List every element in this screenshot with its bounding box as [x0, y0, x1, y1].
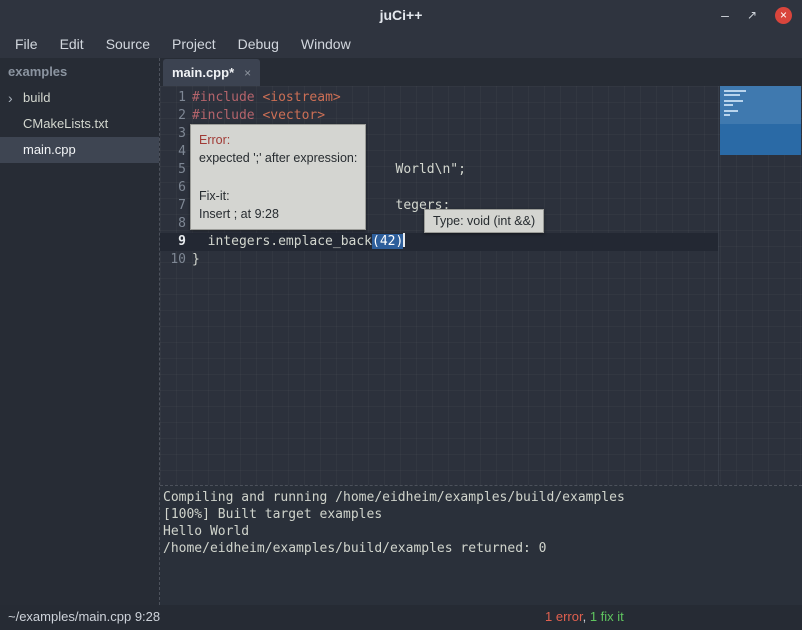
- minimize-button[interactable]: –: [721, 8, 729, 22]
- tab-label: main.cpp*: [172, 65, 234, 80]
- tree-item-cmakelists.txt[interactable]: CMakeLists.txt: [0, 111, 159, 137]
- right-margin-line: [718, 86, 719, 485]
- line-number: 6: [160, 179, 186, 197]
- tab-close-icon[interactable]: ×: [244, 66, 251, 80]
- juci-window: juCi++ – ↗ × FileEditSourceProjectDebugW…: [0, 0, 802, 630]
- main-area: main.cpp* × #include <iostream>#include …: [160, 58, 802, 605]
- menu-project[interactable]: Project: [161, 30, 227, 58]
- line-number: 3: [160, 125, 186, 143]
- window-title: juCi++: [0, 0, 802, 30]
- output-line: /home/eidheim/examples/build/examples re…: [163, 540, 802, 557]
- minimap[interactable]: [720, 86, 801, 155]
- code-segment: (42): [372, 234, 403, 249]
- code-line[interactable]: #include <vector>: [192, 107, 718, 125]
- minimap-line-mark: [724, 90, 746, 92]
- window-controls: – ↗ ×: [721, 0, 792, 30]
- menu-file[interactable]: File: [4, 30, 49, 58]
- line-number-gutter: 12345678910: [160, 89, 186, 269]
- fixit-count: 1 fix it: [590, 609, 624, 624]
- tree-item-build[interactable]: › build: [0, 85, 159, 111]
- line-number: 7: [160, 197, 186, 215]
- minimap-line-mark: [724, 114, 730, 116]
- line-number: 1: [160, 89, 186, 107]
- menu-edit[interactable]: Edit: [49, 30, 95, 58]
- fixit-text: Insert ; at 9:28: [199, 205, 357, 223]
- statusbar: ~/examples/main.cpp 9:28 1 error, 1 fix …: [0, 605, 802, 630]
- code-line[interactable]: integers.emplace_back(42): [160, 233, 718, 251]
- output-line: [100%] Built target examples: [163, 506, 802, 523]
- close-button[interactable]: ×: [775, 7, 792, 24]
- menu-source[interactable]: Source: [95, 30, 161, 58]
- tree-item-main.cpp[interactable]: main.cpp: [0, 137, 159, 163]
- file-tree: › build CMakeLists.txt main.cpp: [0, 85, 159, 163]
- code-line[interactable]: #include <iostream>: [192, 89, 718, 107]
- error-tooltip-title: Error:: [199, 131, 357, 149]
- menu-debug[interactable]: Debug: [227, 30, 290, 58]
- minimap-line-mark: [724, 100, 743, 102]
- tree-item-label: main.cpp: [23, 142, 76, 157]
- tree-item-label: CMakeLists.txt: [23, 116, 108, 131]
- code-segment: <vector>: [262, 108, 325, 123]
- restore-button[interactable]: ↗: [747, 9, 757, 21]
- fixit-title: Fix-it:: [199, 187, 357, 205]
- error-tooltip: Error: expected ';' after expression: Fi…: [190, 124, 366, 230]
- menu-window[interactable]: Window: [290, 30, 362, 58]
- code-segment: <iostream>: [262, 90, 340, 105]
- status-location: ~/examples/main.cpp 9:28: [8, 609, 160, 624]
- code-segment: #include: [192, 108, 262, 123]
- tree-item-label: build: [23, 90, 50, 105]
- line-number: 10: [160, 251, 186, 269]
- status-diagnostics: 1 error, 1 fix it: [545, 609, 624, 624]
- titlebar[interactable]: juCi++ – ↗ ×: [0, 0, 802, 30]
- minimap-line-mark: [724, 110, 738, 112]
- sidebar: examples › build CMakeLists.txt main.cpp: [0, 58, 160, 605]
- output-line: Compiling and running /home/eidheim/exam…: [163, 489, 802, 506]
- line-number: 9: [160, 233, 186, 251]
- minimap-line-mark: [724, 104, 733, 106]
- diagnostics-separator: ,: [583, 609, 590, 624]
- line-number: 2: [160, 107, 186, 125]
- output-panel[interactable]: Compiling and running /home/eidheim/exam…: [160, 485, 802, 605]
- line-number: 4: [160, 143, 186, 161]
- code-segment: #include: [192, 90, 262, 105]
- output-line: Hello World: [163, 523, 802, 540]
- menubar: FileEditSourceProjectDebugWindow: [0, 30, 802, 58]
- error-tooltip-message: expected ';' after expression:: [199, 149, 357, 167]
- text-caret: [403, 233, 405, 247]
- tab-main-cpp[interactable]: main.cpp* ×: [163, 59, 260, 86]
- line-number: 5: [160, 161, 186, 179]
- code-line[interactable]: }: [192, 251, 718, 269]
- type-tooltip: Type: void (int &&): [424, 209, 544, 233]
- project-header: examples: [0, 58, 159, 85]
- minimap-line-mark: [724, 94, 740, 96]
- line-number: 8: [160, 215, 186, 233]
- tabbar: main.cpp* ×: [160, 58, 802, 86]
- close-icon: ×: [780, 9, 787, 21]
- code-editor[interactable]: #include <iostream>#include <vector> Wor…: [160, 86, 802, 485]
- error-count: 1 error: [545, 609, 583, 624]
- code-segment: }: [192, 252, 200, 267]
- code-segment: integers.emplace_back: [192, 234, 372, 249]
- chevron-right-icon[interactable]: ›: [8, 85, 13, 111]
